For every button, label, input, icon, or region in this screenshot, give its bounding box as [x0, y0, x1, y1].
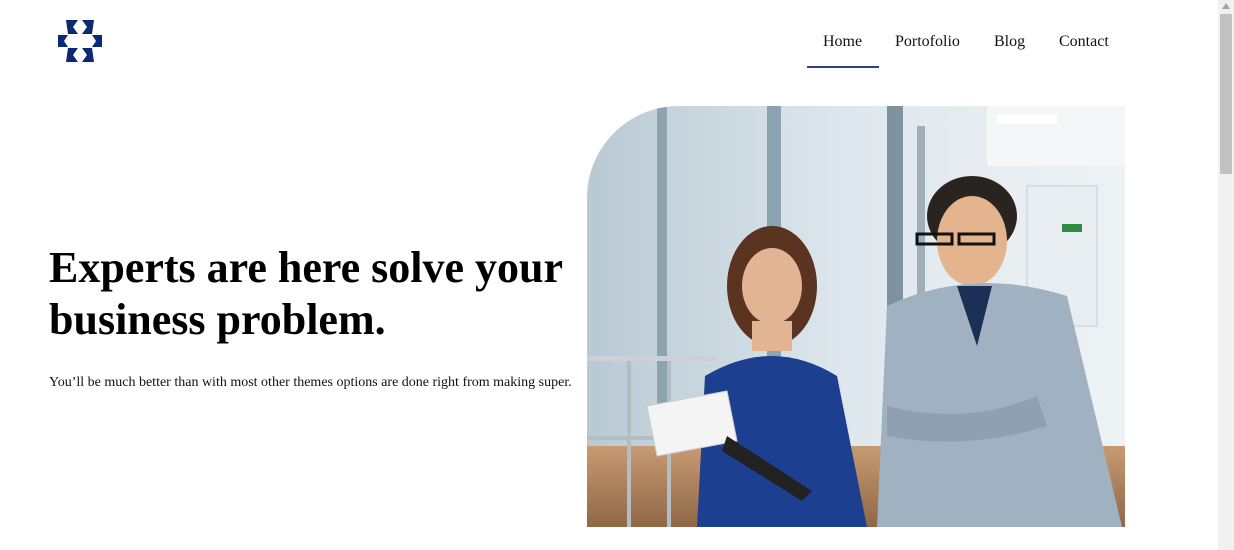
active-nav-indicator [807, 66, 879, 68]
nav-contact[interactable]: Contact [1059, 33, 1109, 51]
hero-headline-line1: Experts are here solve your [49, 243, 564, 292]
nav-home[interactable]: Home [823, 33, 862, 51]
nav-blog[interactable]: Blog [994, 33, 1025, 51]
office-team-photo [587, 106, 1125, 527]
nav-portofolio[interactable]: Portofolio [895, 33, 960, 51]
four-arrows-logo-icon [58, 20, 102, 62]
page-scrollbar[interactable] [1218, 0, 1234, 550]
hero-headline-line2: business problem. [49, 295, 386, 344]
site-logo[interactable] [56, 18, 104, 64]
scroll-up-arrow-icon[interactable] [1221, 2, 1231, 10]
scrollbar-thumb[interactable] [1220, 14, 1232, 174]
hero-headline: Experts are here solve your business pro… [49, 242, 589, 346]
hero-image [587, 106, 1125, 527]
hero-subtext: You’ll be much better than with most oth… [49, 375, 572, 390]
